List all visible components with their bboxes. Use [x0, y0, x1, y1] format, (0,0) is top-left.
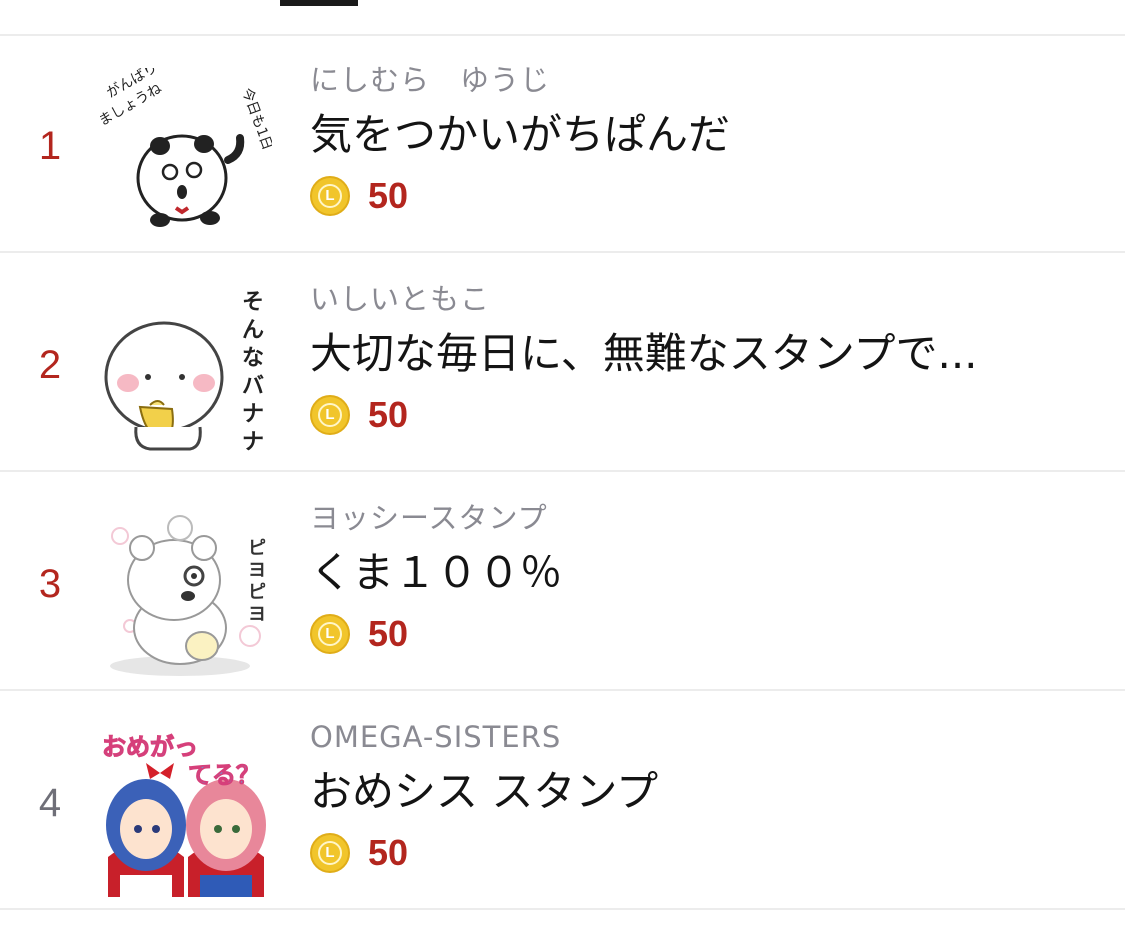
coin-letter: L [318, 622, 342, 646]
svg-text:ピ: ピ [248, 538, 266, 559]
line-coin-icon: L [310, 614, 350, 654]
banana-sticker-image: そ ん な バ ナ ナ [100, 287, 272, 459]
svg-text:ナ: ナ [242, 402, 264, 427]
coin-letter: L [318, 841, 342, 865]
rank-number: 1 [38, 124, 62, 168]
line-coin-icon: L [310, 833, 350, 873]
svg-text:おめがっ: おめがっ [102, 733, 198, 761]
svg-text:バ: バ [242, 374, 264, 399]
svg-text:てる？: てる？ [188, 761, 260, 789]
sticker-title: 大切な毎日に、無難なスタンプで... [310, 329, 978, 378]
price-value: 50 [368, 613, 409, 654]
svg-text:ヨ: ヨ [248, 604, 266, 625]
active-tab-indicator [280, 0, 358, 6]
coin-letter: L [318, 184, 342, 208]
rank-number: 4 [38, 781, 62, 825]
price: L 50 [310, 174, 408, 218]
author-name: ヨッシースタンプ [310, 501, 548, 535]
svg-text:な: な [242, 346, 264, 371]
price: L 50 [310, 831, 408, 875]
svg-text:ヨ: ヨ [248, 560, 266, 581]
sticker-title: くま１００％ [310, 548, 563, 597]
rank-number: 3 [38, 562, 62, 606]
price: L 50 [310, 612, 408, 656]
list-item[interactable]: 4 おめがっ てる？ OMEGA-SISTERS おめシス スタンプ L 50 [0, 691, 1125, 910]
price-value: 50 [368, 394, 409, 435]
list-item[interactable]: 2 そ ん な バ ナ ナ いしいともこ 大切な毎日に、無難なスタンプで... [0, 253, 1125, 472]
sticker-ranking-list: 1 がんばり ましょうね 今日も1日 にしむら ゆうじ 気をつかいがちぱんだ L… [0, 34, 1125, 910]
svg-text:ナ: ナ [242, 430, 264, 455]
panda-sticker-image: がんばり ましょうね 今日も1日 [100, 68, 272, 240]
sticker-title: おめシス スタンプ [310, 767, 659, 816]
price-value: 50 [368, 832, 409, 873]
price-value: 50 [368, 175, 409, 216]
svg-text:ピ: ピ [248, 582, 266, 603]
rank-number: 2 [38, 343, 62, 387]
author-name: いしいともこ [310, 282, 491, 316]
sticker-title: 気をつかいがちぱんだ [310, 110, 731, 159]
coin-letter: L [318, 403, 342, 427]
bear-sticker-image: ピ ヨ ピ ヨ [100, 506, 272, 678]
list-item[interactable]: 1 がんばり ましょうね 今日も1日 にしむら ゆうじ 気をつかいがちぱんだ L… [0, 34, 1125, 253]
line-coin-icon: L [310, 176, 350, 216]
list-item[interactable]: 3 ピ ヨ ピ ヨ ヨッシースタンプ くま１００％ L 50 [0, 472, 1125, 691]
author-name: にしむら ゆうじ [310, 63, 551, 97]
author-name: OMEGA-SISTERS [310, 720, 562, 754]
line-coin-icon: L [310, 395, 350, 435]
svg-text:ん: ん [242, 318, 264, 343]
omega-sisters-sticker-image: おめがっ てる？ [100, 725, 272, 897]
tab-bar [0, 0, 1125, 36]
svg-text:そ: そ [242, 290, 264, 315]
price: L 50 [310, 393, 408, 437]
